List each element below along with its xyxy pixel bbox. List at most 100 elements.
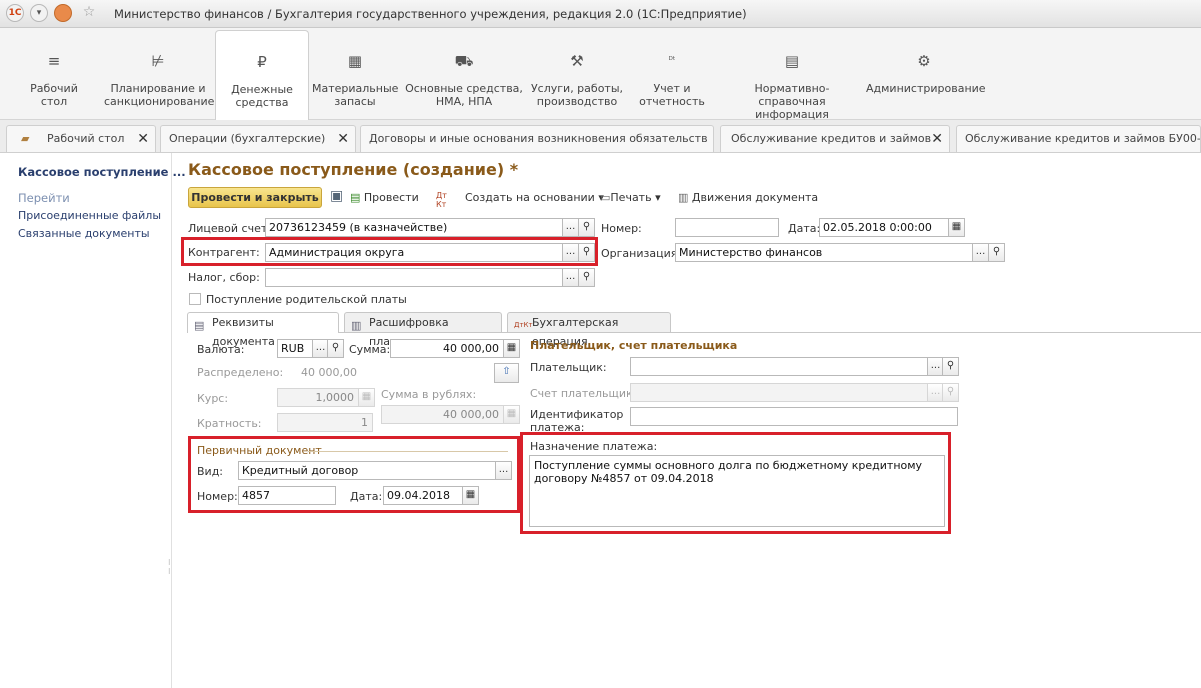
menu-dropdown-icon[interactable]: ▾ (30, 4, 48, 22)
search-icon[interactable]: ⚲ (942, 357, 959, 376)
movements-icon: ▥ (678, 191, 689, 204)
table-icon: ▥ (351, 319, 362, 332)
sum-rub-field[interactable]: 40 000,00 (381, 405, 504, 424)
calendar-icon[interactable]: ▦ (462, 486, 479, 505)
rate-field[interactable]: 1,0000 (277, 388, 359, 407)
date-label: Дата: (788, 222, 821, 235)
choose-button[interactable]: ... (495, 461, 512, 480)
search-icon[interactable]: ⚲ (942, 383, 959, 402)
tab-operations[interactable]: Операции (бухгалтерские) ✕ (160, 125, 356, 152)
tab-document-details[interactable]: ▤ Реквизиты документа (187, 312, 339, 348)
app-logo-icon[interactable]: 1С (6, 4, 24, 22)
choose-button[interactable]: ... (972, 243, 989, 262)
payer-id-field[interactable] (630, 407, 958, 426)
section-money[interactable]: ₽ Денежные средства (215, 30, 309, 120)
choose-button[interactable]: ... (562, 243, 579, 262)
tab-accounting-operation[interactable]: ДтКт Бухгалтерская операция (507, 312, 671, 348)
tab-desktop[interactable]: ▰ Рабочий стол ✕ (6, 125, 156, 152)
parent-fee-label: Поступление родительской платы (206, 293, 407, 306)
calculator-icon[interactable]: ▦ (358, 388, 375, 407)
pd-number-field[interactable]: 4857 (238, 486, 336, 505)
document-movements-button[interactable]: ▥ Движения документа (678, 191, 818, 204)
create-based-on-button[interactable]: Создать на основании ▾ (465, 191, 604, 204)
section-admin[interactable]: ⚙ Администрирование (866, 30, 986, 120)
search-icon[interactable]: ⚲ (578, 243, 595, 262)
post-and-close-button[interactable]: Провести и закрыть (188, 187, 322, 208)
reference-book-icon: ▤ (784, 52, 800, 70)
purpose-label: Назначение платежа: (530, 440, 658, 453)
history-icon[interactable] (54, 4, 72, 22)
nav-link-attached-files[interactable]: Присоединенные файлы (18, 209, 161, 222)
kind-field[interactable]: Кредитный договор (238, 461, 496, 480)
post-button[interactable]: ▤ Провести (350, 191, 419, 204)
tab-payment-breakdown[interactable]: ▥Расшифровка платежа (344, 312, 502, 348)
purpose-textarea[interactable]: Поступление суммы основного долга по бюд… (529, 455, 945, 527)
date-field[interactable]: 02.05.2018 0:00:00 (819, 218, 949, 237)
currency-field[interactable]: RUB (277, 339, 313, 358)
section-inventory[interactable]: ▦ Материальные запасы (312, 30, 398, 120)
tabs-divider (187, 332, 1201, 333)
print-button[interactable]: ▭Печать ▾ (600, 191, 661, 204)
tax-label: Налог, сбор: (188, 271, 260, 284)
kind-label: Вид: (197, 465, 224, 478)
account-field[interactable]: 20736123459 (в казначействе) (265, 218, 563, 237)
payer-label: Плательщик: (530, 361, 607, 374)
sum-rub-label: Сумма в рублях: (381, 388, 477, 401)
section-accounting[interactable]: ᴰᵗ Учет и отчетность (632, 30, 712, 120)
pd-date-field[interactable]: 09.04.2018 (383, 486, 463, 505)
window-title: Министерство финансов / Бухгалтерия госу… (114, 7, 747, 21)
nav-document-title[interactable]: Кассовое поступление ... (18, 165, 186, 179)
section-services[interactable]: ⚒ Услуги, работы, производство (530, 30, 624, 120)
debit-credit-icon: ᴰᵗ (668, 56, 676, 66)
tab-contracts[interactable]: Договоры и иные основания возникновения … (360, 125, 714, 152)
splitter-handle[interactable]: ⁝ ⁝ (168, 558, 171, 576)
close-icon[interactable]: ✕ (337, 126, 349, 152)
sum-field[interactable]: 40 000,00 (390, 339, 504, 358)
primary-doc-group-title: Первичный документ (197, 444, 322, 457)
save-icon[interactable]: ▣ (330, 188, 343, 204)
search-icon[interactable]: ⚲ (578, 218, 595, 237)
multiplicity-field[interactable]: 1 (277, 413, 373, 432)
debit-credit-toolbar-icon[interactable]: Дт Кт (436, 191, 447, 209)
payer-account-field[interactable] (630, 383, 928, 402)
choose-button[interactable]: ... (562, 218, 579, 237)
pd-date-label: Дата: (350, 490, 383, 503)
tools-icon: ⚒ (570, 52, 584, 70)
calculator-icon[interactable]: ▦ (503, 339, 520, 358)
document-icon: ▤ (194, 319, 205, 332)
search-icon[interactable]: ⚲ (988, 243, 1005, 262)
section-reference[interactable]: ▤ Нормативно-справочная информация (722, 30, 862, 121)
distributed-value: 40 000,00 (301, 366, 357, 379)
group-divider (308, 451, 508, 452)
counterparty-field[interactable]: Администрация округа (265, 243, 563, 262)
tax-field[interactable] (265, 268, 563, 287)
distribute-up-icon[interactable]: ⇧ (494, 363, 519, 383)
choose-button[interactable]: ... (562, 268, 579, 287)
calendar-icon[interactable]: ▦ (948, 218, 965, 237)
calculator-icon[interactable]: ▦ (503, 405, 520, 424)
window-titlebar: 1С ▾ ☆ Министерство финансов / Бухгалтер… (0, 0, 1201, 28)
search-icon[interactable]: ⚲ (327, 339, 344, 358)
menu-lines-icon: ≡ (47, 52, 61, 70)
payer-field[interactable] (630, 357, 928, 376)
organization-field[interactable]: Министерство финансов (675, 243, 973, 262)
tab-loans[interactable]: Обслуживание кредитов и займов ✕ (720, 125, 950, 152)
nav-link-related-docs[interactable]: Связанные документы (18, 227, 150, 240)
search-icon[interactable]: ⚲ (578, 268, 595, 287)
tab-loans-doc[interactable]: Обслуживание кредитов и займов БУ00-0000… (956, 125, 1201, 152)
favorite-star-icon[interactable]: ☆ (80, 4, 98, 22)
truck-icon: ⛟ (454, 52, 474, 70)
close-icon[interactable]: ✕ (931, 126, 943, 152)
section-fixed-assets[interactable]: ⛟ Основные средства, НМА, НПА (404, 30, 524, 120)
payer-account-label: Счет плательщика: (530, 387, 644, 400)
open-windows-bar: ▰ Рабочий стол ✕ Операции (бухгалтерские)… (0, 120, 1201, 153)
section-planning[interactable]: ⊭ Планирование и санкционирование (104, 30, 214, 120)
section-desktop[interactable]: ≡ Рабочий стол (20, 30, 88, 120)
printer-icon: ▭ (600, 191, 611, 204)
parent-fee-checkbox[interactable] (189, 293, 201, 305)
debit-credit-icon: ДтКт (514, 321, 533, 329)
pd-number-label: Номер: (197, 490, 238, 503)
form-title: Кассовое поступление (создание) * (188, 160, 519, 179)
close-icon[interactable]: ✕ (137, 126, 149, 152)
number-field[interactable] (675, 218, 779, 237)
